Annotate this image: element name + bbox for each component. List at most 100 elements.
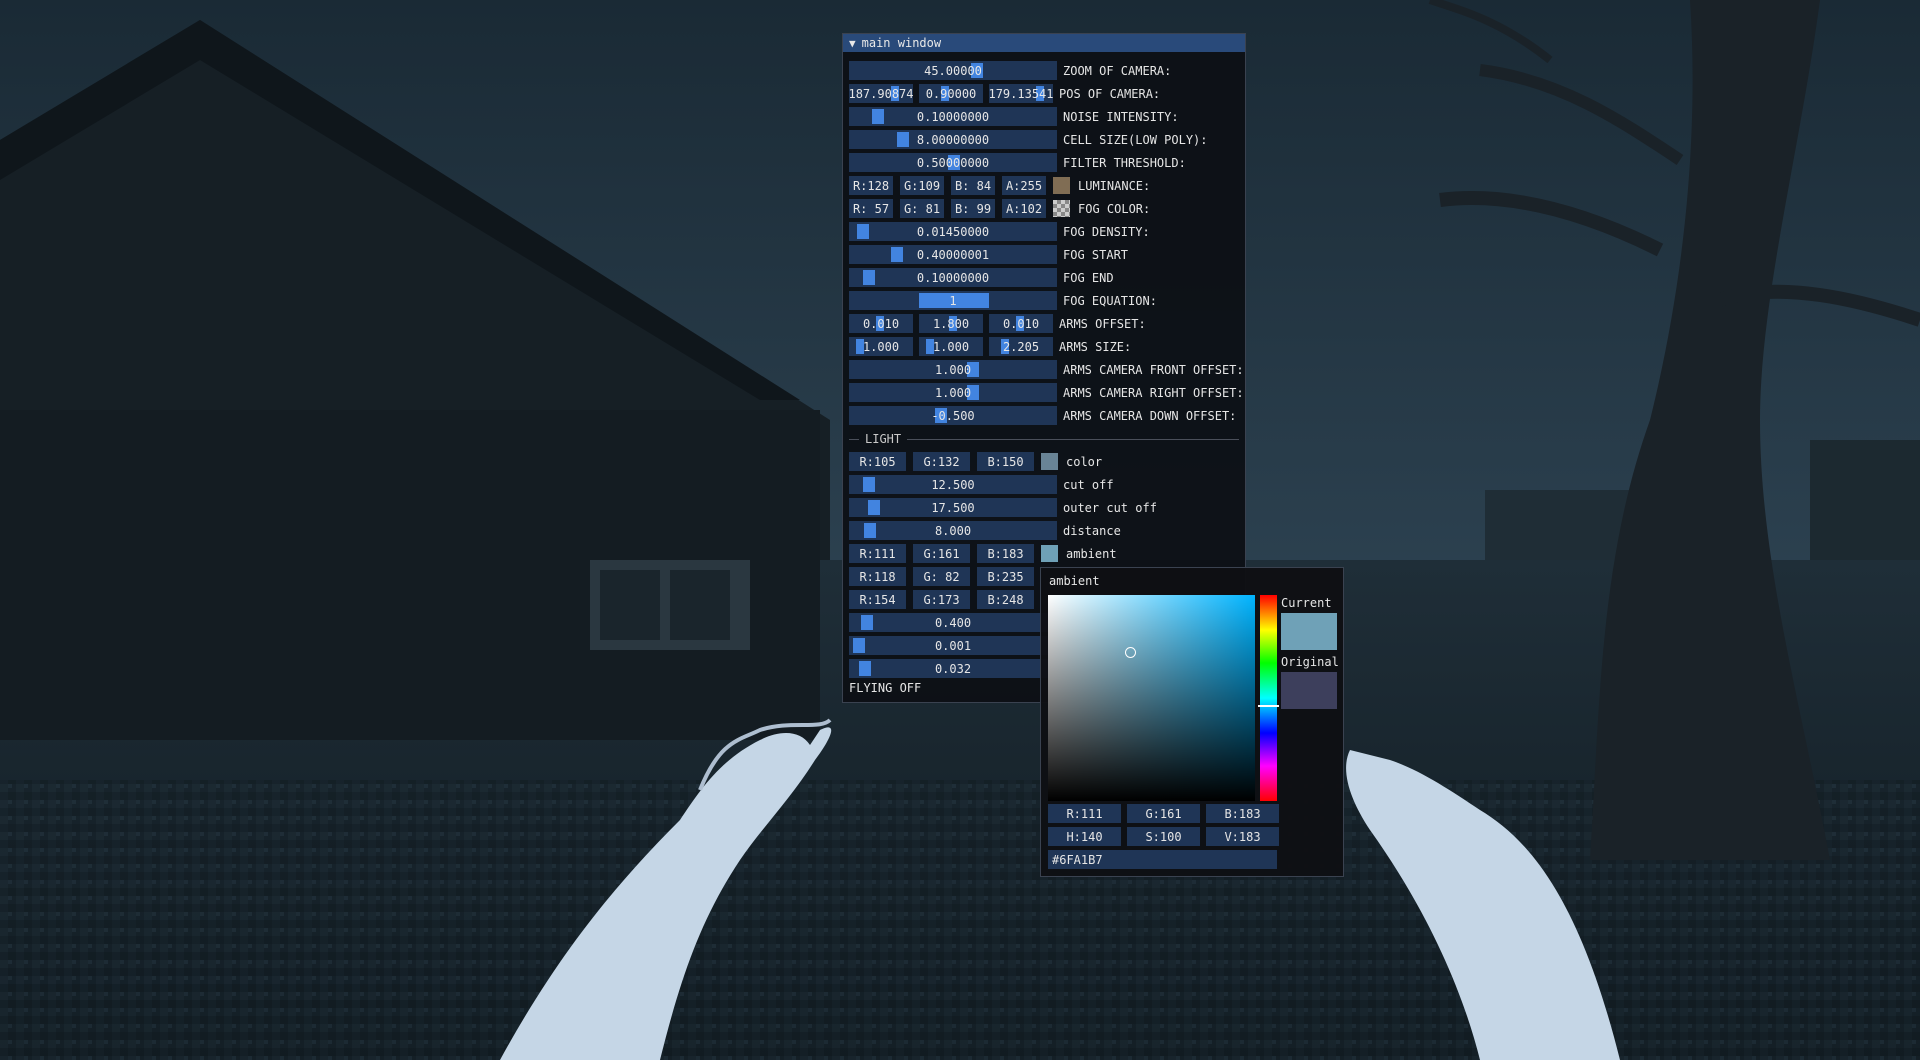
pos-of-camera-component-1[interactable]: 0.90000 — [919, 84, 983, 103]
channel-value: R:128 — [852, 178, 890, 193]
unlabeled-channel-2[interactable]: B:248 — [977, 590, 1034, 609]
luminance-channel-2[interactable]: B: 84 — [951, 176, 995, 195]
fog-end-slider[interactable]: 0.10000000 — [849, 268, 1057, 287]
fog-color-channel-2[interactable]: B: 99 — [951, 199, 995, 218]
ambient-channel-1[interactable]: G:161 — [913, 544, 970, 563]
slider-value: 0.10000000 — [916, 109, 990, 124]
picker-hex-field[interactable]: #6FA1B7 — [1048, 850, 1277, 869]
color-channel-2[interactable]: B:150 — [977, 452, 1034, 471]
original-color-swatch[interactable] — [1281, 672, 1337, 709]
hue-bar[interactable] — [1258, 595, 1279, 801]
arms-offset-component-2[interactable]: 0.010 — [989, 314, 1053, 333]
fog-end-label: FOG END — [1063, 270, 1114, 285]
unlabeled-channel-1[interactable]: G:173 — [913, 590, 970, 609]
unlabeled-channel-0[interactable]: R:118 — [849, 567, 906, 586]
slider-grab[interactable] — [864, 523, 877, 538]
channel-value: A:102 — [1005, 201, 1043, 216]
arms-size-component-1[interactable]: 1.000 — [919, 337, 983, 356]
cell-size-low-poly-slider[interactable]: 8.00000000 — [849, 130, 1057, 149]
color-channel-0[interactable]: R:105 — [849, 452, 906, 471]
ambient-channel-0[interactable]: R:111 — [849, 544, 906, 563]
slider-value: 0.90000 — [925, 86, 977, 101]
ambient-color-swatch[interactable] — [1041, 545, 1058, 562]
picker-g-field[interactable]: G:161 — [1127, 804, 1200, 823]
luminance-channel-1[interactable]: G:109 — [900, 176, 944, 195]
arms-size-component-2[interactable]: 2.205 — [989, 337, 1053, 356]
arms-camera-down-offset-slider[interactable]: -0.500 — [849, 406, 1057, 425]
saturation-value-square[interactable] — [1048, 595, 1255, 801]
pos-of-camera-component-2[interactable]: 179.13541 — [989, 84, 1053, 103]
slider-value: 8.000 — [934, 523, 972, 538]
noise-intensity-slider[interactable]: 0.10000000 — [849, 107, 1057, 126]
slider-value: 0.50000000 — [916, 155, 990, 170]
slider-value: 45.00000 — [924, 63, 982, 78]
luminance-channel-3[interactable]: A:255 — [1002, 176, 1046, 195]
slider-grab[interactable] — [862, 270, 875, 285]
zoom-of-camera-slider[interactable]: 45.00000 — [849, 61, 1057, 80]
slider-value: 1.800 — [932, 316, 970, 331]
channel-value: G:173 — [923, 592, 960, 607]
fog-equation-slider[interactable]: 1 — [849, 291, 1057, 310]
channel-value: R:105 — [859, 454, 896, 469]
arms-offset-component-1[interactable]: 1.800 — [919, 314, 983, 333]
fog-color-channel-3[interactable]: A:102 — [1002, 199, 1046, 218]
window.light_rows-row-5-row: R:118 G: 82 B:235 — [849, 567, 1041, 586]
slider-grab[interactable] — [896, 132, 909, 147]
unlabeled-channel-0[interactable]: R:154 — [849, 590, 906, 609]
cut-off-slider[interactable]: 12.500 — [849, 475, 1057, 494]
fog-color-channel-0[interactable]: R: 57 — [849, 199, 893, 218]
distance-slider[interactable]: 8.000 — [849, 521, 1057, 540]
arms-camera-front-offset-label: ARMS CAMERA FRONT OFFSET: — [1063, 362, 1244, 377]
filter-threshold-label: FILTER THRESHOLD: — [1063, 155, 1186, 170]
slider-grab[interactable] — [862, 477, 875, 492]
arms-camera-right-offset-slider[interactable]: 1.000 — [849, 383, 1057, 402]
sv-cursor-icon[interactable] — [1125, 647, 1136, 658]
color-label: color — [1066, 454, 1103, 469]
unlabeled-slider[interactable]: 0.001 — [849, 636, 1057, 655]
current-color-swatch — [1281, 613, 1337, 650]
picker-r-field[interactable]: R:111 — [1048, 804, 1121, 823]
unlabeled-slider[interactable]: 0.400 — [849, 613, 1057, 632]
slider-grab[interactable] — [891, 247, 903, 262]
collapse-triangle-icon[interactable]: ▼ — [849, 37, 856, 50]
fog-color-color-swatch[interactable] — [1053, 200, 1070, 217]
picker-s-field[interactable]: S:100 — [1127, 827, 1200, 846]
luminance-row: R:128 G:109 B: 84 A:255 LUMINANCE: — [849, 176, 1150, 195]
channel-value: G:109 — [903, 178, 941, 193]
slider-grab[interactable] — [858, 661, 871, 676]
fog-start-slider[interactable]: 0.40000001 — [849, 245, 1057, 264]
fog-color-channel-1[interactable]: G: 81 — [900, 199, 944, 218]
arms-camera-front-offset-slider[interactable]: 1.000 — [849, 360, 1057, 379]
arms-offset-component-0[interactable]: 0.010 — [849, 314, 913, 333]
fog-start-label: FOG START — [1063, 247, 1129, 262]
fog-density-slider[interactable]: 0.01450000 — [849, 222, 1057, 241]
pos-of-camera-component-0[interactable]: 187.90874 — [849, 84, 913, 103]
noise-intensity-row: 0.10000000 NOISE INTENSITY: — [849, 107, 1179, 126]
picker-b-field[interactable]: B:183 — [1206, 804, 1279, 823]
unlabeled-channel-2[interactable]: B:235 — [977, 567, 1034, 586]
pos-of-camera-label: POS OF CAMERA: — [1059, 86, 1161, 101]
hue-marker[interactable] — [1258, 705, 1279, 707]
color-color-swatch[interactable] — [1041, 453, 1058, 470]
light-separator-label: LIGHT — [865, 432, 902, 446]
main-window-titlebar[interactable]: ▼ main window — [843, 34, 1245, 52]
luminance-channel-0[interactable]: R:128 — [849, 176, 893, 195]
luminance-color-swatch[interactable] — [1053, 177, 1070, 194]
slider-grab[interactable] — [853, 638, 865, 653]
slider-grab[interactable] — [860, 615, 873, 630]
unlabeled-channel-1[interactable]: G: 82 — [913, 567, 970, 586]
color-channel-1[interactable]: G:132 — [913, 452, 970, 471]
channel-value: G: 82 — [923, 569, 960, 584]
picker-h-field[interactable]: H:140 — [1048, 827, 1121, 846]
slider-grab[interactable] — [872, 109, 884, 124]
arms-size-component-0[interactable]: 1.000 — [849, 337, 913, 356]
window.light_rows-row-6-row: R:154 G:173 B:248 — [849, 590, 1041, 609]
picker-v-field[interactable]: V:183 — [1206, 827, 1279, 846]
outer-cut-off-slider[interactable]: 17.500 — [849, 498, 1057, 517]
ambient-channel-2[interactable]: B:183 — [977, 544, 1034, 563]
channel-value: R:118 — [859, 569, 896, 584]
slider-grab[interactable] — [856, 224, 869, 239]
filter-threshold-slider[interactable]: 0.50000000 — [849, 153, 1057, 172]
slider-grab[interactable] — [868, 500, 881, 515]
unlabeled-slider[interactable]: 0.032 — [849, 659, 1057, 678]
